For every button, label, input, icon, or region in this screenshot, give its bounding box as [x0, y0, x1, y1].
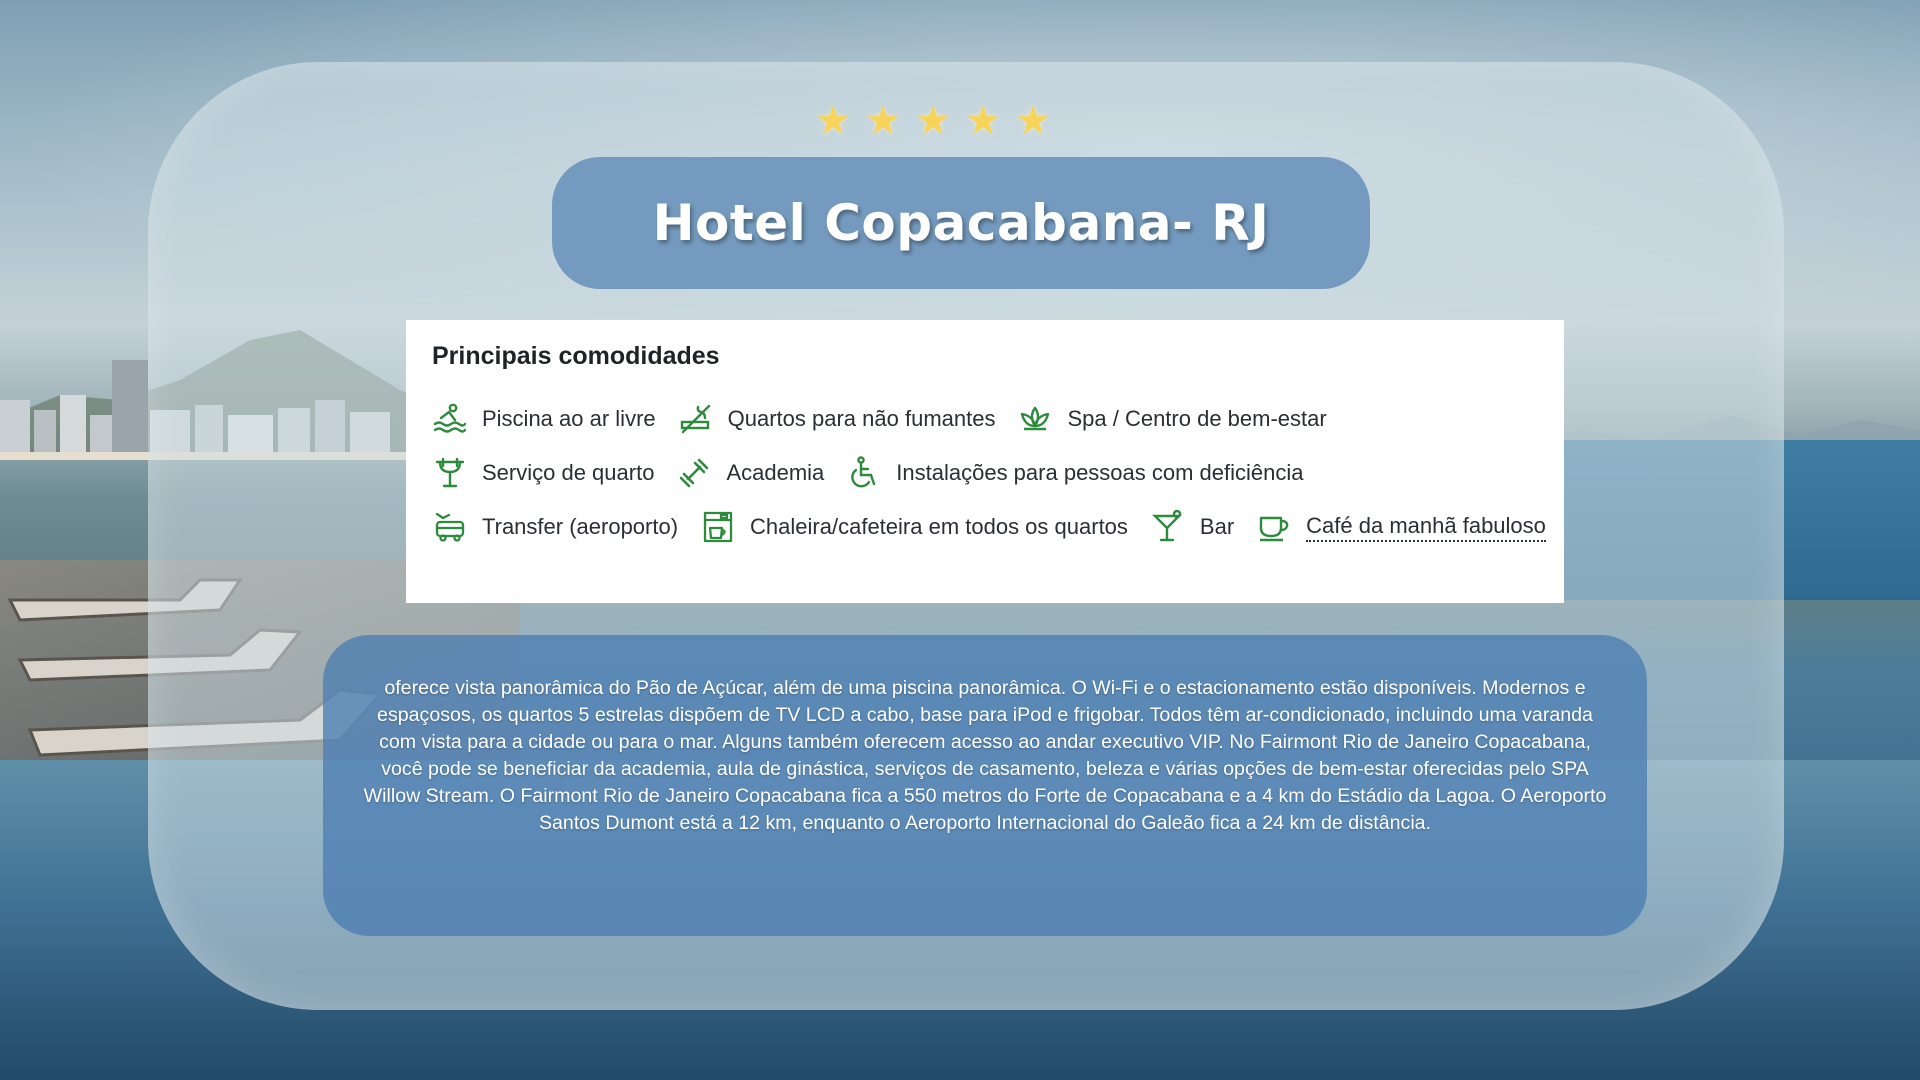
amenity-label: Spa / Centro de bem-estar: [1067, 406, 1327, 431]
amenity-label: Instalações para pessoas com deficiência: [896, 460, 1304, 485]
airport-shuttle-icon: [432, 509, 468, 545]
amenity-label: Piscina ao ar livre: [482, 406, 656, 431]
amenity-item: Quartos para não fumantes: [678, 401, 996, 437]
amenities-heading: Principais comodidades: [432, 342, 720, 370]
amenity-item: Spa / Centro de bem-estar: [1017, 401, 1327, 437]
amenity-item: Chaleira/cafeteira em todos os quartos: [700, 509, 1128, 545]
amenity-item: Academia: [676, 455, 824, 491]
coffee-cup-icon: [1256, 509, 1292, 545]
amenity-label: Academia: [726, 460, 825, 485]
amenity-item: Piscina ao ar livre: [432, 401, 656, 437]
coffee-maker-icon: [700, 509, 736, 545]
star-icon: ★: [915, 98, 951, 144]
star-icon: ★: [865, 98, 901, 144]
amenities-row: Piscina ao ar livre Quartos para não fum…: [432, 399, 1349, 439]
hotel-title: Hotel Copacabana- RJ: [652, 194, 1270, 252]
amenity-item: Bar: [1150, 509, 1234, 545]
amenity-label: Serviço de quarto: [482, 460, 655, 485]
description-panel: oferece vista panorâmica do Pão de Açúca…: [323, 635, 1647, 936]
amenity-label: Transfer (aeroporto): [482, 514, 679, 539]
pool-icon: [432, 401, 468, 437]
room-service-icon: [432, 455, 468, 491]
amenity-label: Quartos para não fumantes: [727, 406, 996, 431]
cocktail-icon: [1150, 509, 1186, 545]
dumbbell-icon: [676, 455, 712, 491]
spa-lotus-icon: [1017, 401, 1053, 437]
hotel-title-banner: Hotel Copacabana- RJ: [552, 157, 1370, 289]
amenity-label: Chaleira/cafeteira em todos os quartos: [750, 514, 1128, 539]
amenities-panel: Principais comodidades Piscina ao ar liv…: [406, 320, 1564, 603]
amenity-item[interactable]: Café da manhã fabuloso: [1256, 509, 1546, 545]
amenity-item: Transfer (aeroporto): [432, 509, 678, 545]
star-rating: ★ ★ ★ ★ ★: [812, 100, 1058, 146]
amenities-row: Serviço de quarto Academia Instalações p…: [432, 453, 1326, 493]
description-text: oferece vista panorâmica do Pão de Açúca…: [363, 677, 1607, 834]
star-icon: ★: [965, 98, 1001, 144]
amenity-label: Bar: [1199, 514, 1235, 539]
star-icon: ★: [1015, 98, 1051, 144]
no-smoking-icon: [678, 401, 714, 437]
amenity-item: Instalações para pessoas com deficiência: [846, 455, 1304, 491]
amenity-item: Serviço de quarto: [432, 455, 654, 491]
star-icon: ★: [815, 98, 851, 144]
wheelchair-icon: [846, 455, 882, 491]
amenities-row: Transfer (aeroporto) Chaleira/cafeteira …: [432, 507, 1568, 547]
breakfast-link[interactable]: Café da manhã fabuloso: [1306, 513, 1546, 542]
